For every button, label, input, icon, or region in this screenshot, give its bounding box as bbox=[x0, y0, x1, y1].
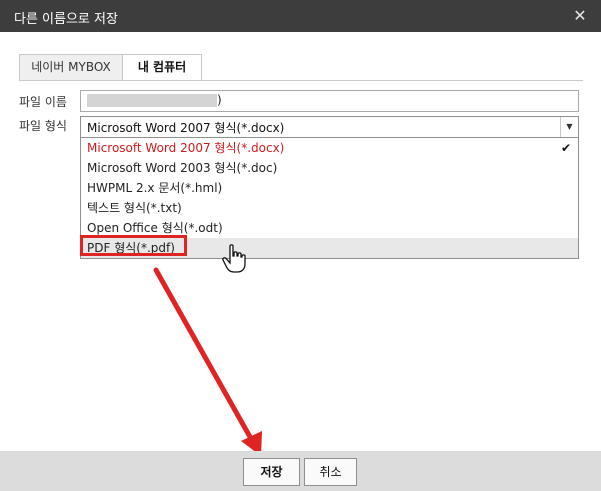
save-button[interactable]: 저장 bbox=[243, 458, 300, 486]
cancel-button[interactable]: 취소 bbox=[304, 458, 357, 486]
dialog-footer bbox=[0, 451, 601, 491]
annotation-arrow bbox=[153, 267, 262, 456]
hand-pointer-icon bbox=[222, 244, 246, 273]
